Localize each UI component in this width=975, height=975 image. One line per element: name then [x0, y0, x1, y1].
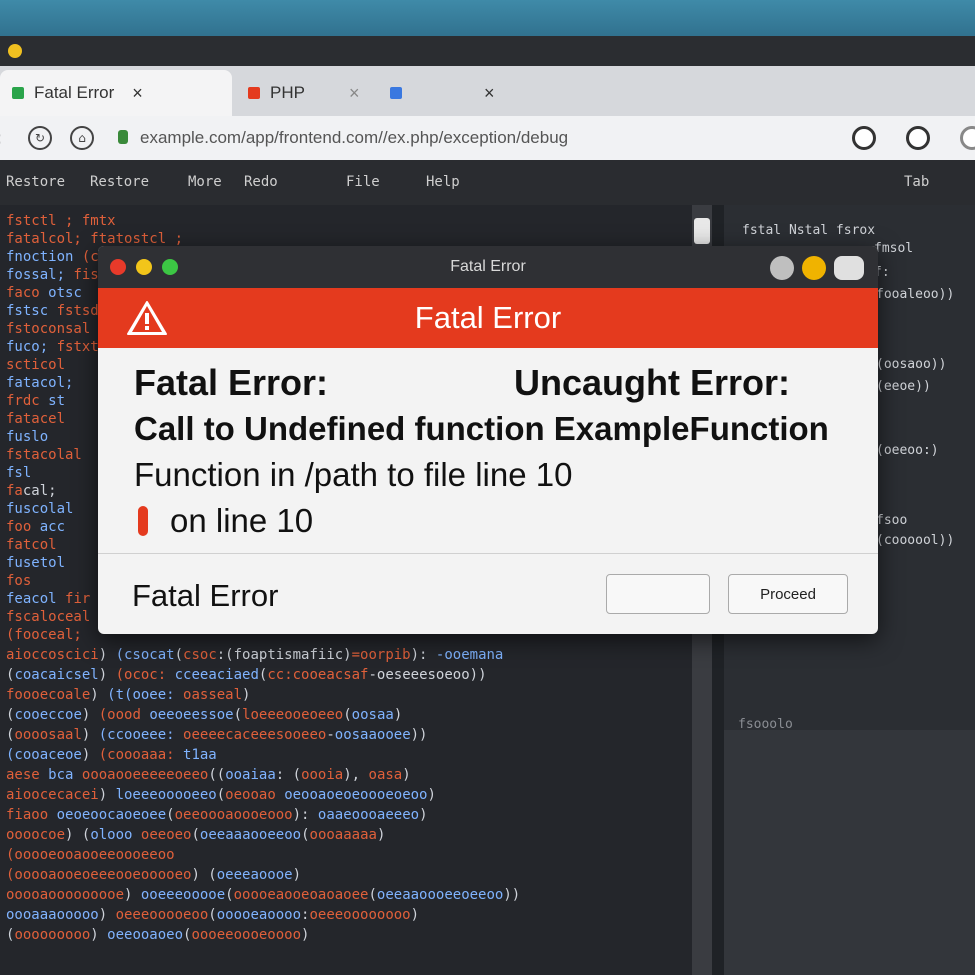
- code-line: ooooaooooooooe) ooeeeooooe(ooooeaooeoaoa…: [6, 887, 521, 903]
- code-line: oooaaaooooo) oeeeooooeoo(ooooeaoooo:oeee…: [6, 907, 420, 923]
- tab-fatal-error[interactable]: Fatal Error ×: [0, 70, 232, 116]
- code-line: fatacel: [6, 411, 66, 427]
- background-wall: [0, 0, 975, 40]
- menu-item[interactable]: File: [346, 174, 380, 190]
- code-line: aioocecacei) loeeeooooeeo(oeooao oeooaoe…: [6, 787, 436, 803]
- error-type: Uncaught Error:: [514, 362, 791, 403]
- error-marker: [138, 506, 148, 536]
- tab-label: PHP: [270, 83, 305, 102]
- favicon-icon: [248, 87, 260, 99]
- settings-icon[interactable]: [960, 126, 975, 150]
- code-line: fusetol: [6, 555, 66, 571]
- tab-close-icon[interactable]: ×: [484, 83, 495, 104]
- error-message: Call to Undefined function ExampleFuncti…: [134, 410, 829, 447]
- menu-item[interactable]: Help: [426, 174, 460, 190]
- close-window-icon[interactable]: [8, 44, 22, 58]
- code-line: scticol: [6, 357, 66, 373]
- code-line: fstctl ; fmtx: [6, 213, 116, 229]
- profile-icon[interactable]: [906, 126, 930, 150]
- extension-icon[interactable]: [852, 126, 876, 150]
- editor-menubar: Restore Restore More Redo File Help Tab: [0, 160, 975, 205]
- side-line: fmsol: [874, 241, 914, 256]
- code-line: frdc st: [6, 393, 66, 409]
- address-bar: ‹ ↻ ⌂ example.com/app/frontend.com//ex.p…: [0, 116, 975, 160]
- proceed-button[interactable]: Proceed: [728, 574, 848, 614]
- code-line: fatcol: [6, 537, 57, 553]
- lock-icon: [118, 130, 128, 144]
- code-line: feacol fir: [6, 591, 91, 607]
- divider: [98, 553, 878, 554]
- code-line: aioccoscici) (csocat(csoc:(foaptismafiic…: [6, 647, 504, 663]
- code-line: fos: [6, 573, 32, 589]
- code-line: fsl: [6, 465, 32, 481]
- side-line: (oeeoo:): [876, 443, 939, 458]
- window-titlebar: [0, 36, 975, 66]
- code-line: aese bca oooaooeeeeeoeeo((ooaiaa: (oooia…: [6, 767, 411, 783]
- code-line: (coacaicsel) (ococ: cceeaciaed(cc:cooeac…: [6, 667, 487, 683]
- code-line: facal;: [6, 483, 57, 499]
- dialog-titlebar: Fatal Error: [98, 246, 878, 288]
- code-line: fatacol;: [6, 375, 74, 391]
- dialog-header: Fatal Error: [98, 288, 878, 348]
- menu-item[interactable]: Restore: [90, 174, 149, 190]
- window-control-icon[interactable]: [802, 256, 826, 280]
- code-line: foooecoale) (t(ooee: oasseal): [6, 687, 251, 703]
- tab-close-icon[interactable]: ×: [349, 83, 360, 104]
- back-icon[interactable]: ‹: [0, 126, 10, 150]
- header-text: Fatal Error: [414, 300, 562, 335]
- code-line: fuscolal: [6, 501, 74, 517]
- menu-item[interactable]: Tab: [904, 174, 929, 190]
- code-line: (cooaceoe) (coooaaa: t1aa: [6, 747, 217, 763]
- tab-new[interactable]: ×: [378, 70, 508, 116]
- code-line: fscaloceal: [6, 609, 91, 625]
- scrollbar-thumb[interactable]: [694, 218, 710, 244]
- menu-item[interactable]: More: [188, 174, 222, 190]
- tab-php[interactable]: PHP ×: [236, 70, 376, 116]
- code-line: (oooosaal) (ccooeee: oeeeecaceeesooeeo-o…: [6, 727, 428, 743]
- side-line: (eeoe)): [876, 379, 931, 394]
- fatal-error-dialog: Fatal Error Fatal Error Fatal Error: Unc…: [98, 246, 878, 634]
- reload-icon[interactable]: ↻: [28, 126, 52, 150]
- side-line: (oosaoo)): [876, 357, 947, 372]
- url-field[interactable]: example.com/app/frontend.com//ex.php/exc…: [140, 128, 568, 148]
- window-control-icon[interactable]: [834, 256, 864, 280]
- side-panel-lower: [724, 730, 975, 975]
- code-line: (fooceal;: [6, 627, 82, 643]
- code-line: (ooooooooo) oeeooaoeo(oooeeoooeoooo): [6, 927, 310, 943]
- window-control-icon[interactable]: [770, 256, 794, 280]
- side-line: (coooool)): [876, 533, 955, 548]
- error-line: on line 10: [170, 502, 314, 539]
- side-line: fstal Nstal fsrox: [742, 223, 876, 238]
- home-icon[interactable]: ⌂: [70, 126, 94, 150]
- code-line: (cooeccoe) (oood oeeoeessoe(loeeeooeoeeo…: [6, 707, 403, 723]
- code-line: (ooooaooeoeeeooeooooeo) (oeeeaoooe): [6, 867, 302, 883]
- secondary-button[interactable]: [606, 574, 710, 614]
- code-line: fstoconsal: [6, 321, 91, 337]
- code-line: fuco; fstxt: [6, 339, 99, 355]
- code-line: faco otsc: [6, 285, 82, 301]
- code-line: fstsc fstsdl: [6, 303, 108, 319]
- code-line: fatalcol; ftatostcl ;: [6, 231, 184, 247]
- code-line: fiaoo oeoeoocaoeoee(oeeoooaoooeooo): oaa…: [6, 807, 428, 823]
- menu-item[interactable]: Restore: [6, 174, 65, 190]
- tab-bar: Fatal Error × PHP × ×: [0, 66, 975, 116]
- code-line: foo acc: [6, 519, 66, 535]
- code-line: fuslo: [6, 429, 49, 445]
- error-location: Function in /path to file line 10: [134, 456, 573, 493]
- footer-label: Fatal Error: [132, 578, 279, 613]
- side-line: fooaleoo)): [876, 287, 955, 302]
- error-label: Fatal Error:: [134, 362, 329, 403]
- code-line: (ooooeooaooeeoooeeoo: [6, 847, 175, 863]
- code-line: oooocoe) (olooo oeeoeo(oeeaaaooeeoo(oooa…: [6, 827, 386, 843]
- side-line: fsoo: [876, 513, 908, 528]
- code-line: fstacolal: [6, 447, 82, 463]
- menu-item[interactable]: Redo: [244, 174, 278, 190]
- favicon-icon: [390, 87, 402, 99]
- tab-close-icon[interactable]: ×: [132, 83, 143, 104]
- dialog-title: Fatal Error: [450, 258, 526, 275]
- favicon-icon: [12, 87, 24, 99]
- tab-label: Fatal Error: [34, 83, 115, 102]
